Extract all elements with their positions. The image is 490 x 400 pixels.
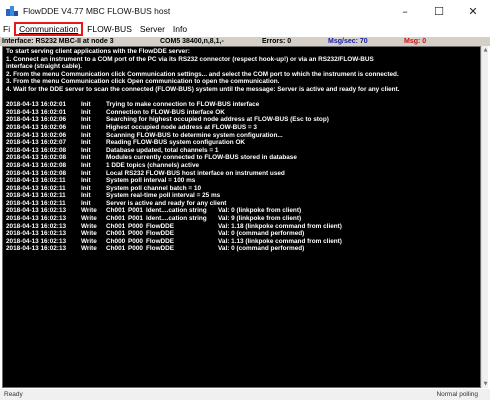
ready-status: Ready (4, 391, 23, 398)
intro-line: 3. From the menu Communication click Ope… (6, 78, 280, 86)
message-count: Msg: 0 (404, 38, 427, 45)
log-row: 2018-04-13 16:02:11 Init System poll chann… (6, 184, 202, 192)
write-row: 2018-04-13 16:02:13 Write Ch001 P000 FlowDDE… (6, 230, 305, 238)
intro-line: To start serving client applications wit… (6, 48, 190, 55)
log-row: 2018-04-13 16:02:08 Init Local RS232 FLOW-… (6, 169, 285, 177)
menu-communication[interactable]: Communication (14, 22, 84, 36)
window-title: FlowDDE V4.77 MBC FLOW-BUS host (23, 6, 171, 16)
menu-server[interactable]: Server (136, 22, 169, 36)
flowdde-app-icon (6, 5, 18, 17)
intro-line: interface (straight cable). (6, 63, 82, 71)
log-row: 2018-04-13 16:02:07 Init Reading FLOW-BUS … (6, 139, 246, 147)
log-row: 2018-04-13 16:02:01 Init Trying to make co… (6, 101, 260, 109)
menu-flow-bus[interactable]: FLOW-BUS (83, 22, 136, 36)
write-row: 2018-04-13 16:02:13 Write Ch000 P000 FlowDDE… (6, 237, 342, 245)
log-row: 2018-04-13 16:02:06 Init Highest occupied … (6, 123, 257, 131)
log-console[interactable]: To start serving client applications wit… (2, 46, 481, 388)
scroll-down-arrow-icon[interactable]: ▼ (482, 380, 489, 388)
port-settings: COM5 38400,n,8,1,- (160, 38, 224, 45)
log-row: 2018-04-13 16:02:11 Init Server is active … (6, 199, 227, 207)
menu-info[interactable]: Info (169, 22, 191, 36)
log-row: 2018-04-13 16:02:06 Init Searching for hig… (6, 116, 329, 124)
polling-status: Normal polling (436, 391, 478, 398)
intro-line: 4. Wait for the DDE server to scan the c… (6, 85, 400, 93)
interface-label: Interface: RS232 MBC-II at node 3 (2, 38, 114, 45)
maximize-button[interactable]: ☐ (422, 0, 456, 22)
minimize-button[interactable]: – (388, 0, 422, 22)
write-row: 2018-04-13 16:02:13 Write Ch001 P001 Ident..… (6, 215, 302, 223)
window-controls: – ☐ ✕ (388, 0, 490, 22)
log-row: 2018-04-13 16:02:08 Init Modules currently… (6, 154, 297, 162)
write-row: 2018-04-13 16:02:13 Write Ch001 P001 Ident..… (6, 207, 302, 215)
write-row: 2018-04-13 16:02:13 Write Ch001 P000 FlowDDE… (6, 222, 342, 230)
log-row: 2018-04-13 16:02:11 Init System poll inter… (6, 177, 196, 185)
write-row: 2018-04-13 16:02:13 Write Ch001 P000 FlowDDE… (6, 245, 305, 253)
scroll-up-arrow-icon[interactable]: ▲ (482, 46, 489, 54)
log-row: 2018-04-13 16:02:06 Init Scanning FLOW-BUS… (6, 131, 283, 139)
bottom-status-bar: Ready Normal polling (0, 389, 490, 400)
message-rate: Msg/sec: 70 (328, 38, 368, 45)
menu-file[interactable]: Fi (0, 22, 14, 36)
log-row: 2018-04-13 16:02:11 Init System real-time … (6, 192, 221, 200)
log-row: 2018-04-13 16:02:08 Init Database updated,… (6, 146, 219, 154)
error-count: Errors: 0 (262, 38, 292, 45)
interface-status-bar: Interface: RS232 MBC-II at node 3 COM5 3… (0, 37, 490, 46)
log-row: 2018-04-13 16:02:01 Init Connection to FLO… (6, 108, 225, 116)
close-button[interactable]: ✕ (456, 0, 490, 22)
intro-line: 1. Connect an instrument to a COM port o… (6, 55, 374, 63)
intro-line: 2. From the menu Communication click Com… (6, 70, 399, 78)
title-bar: FlowDDE V4.77 MBC FLOW-BUS host – ☐ ✕ (0, 0, 490, 22)
menu-bar: Fi Communication FLOW-BUS Server Info (0, 22, 490, 36)
log-row: 2018-04-13 16:02:08 Init 1 DDE topics (cha… (6, 161, 200, 169)
vertical-scrollbar[interactable]: ▲ ▼ (481, 46, 488, 388)
